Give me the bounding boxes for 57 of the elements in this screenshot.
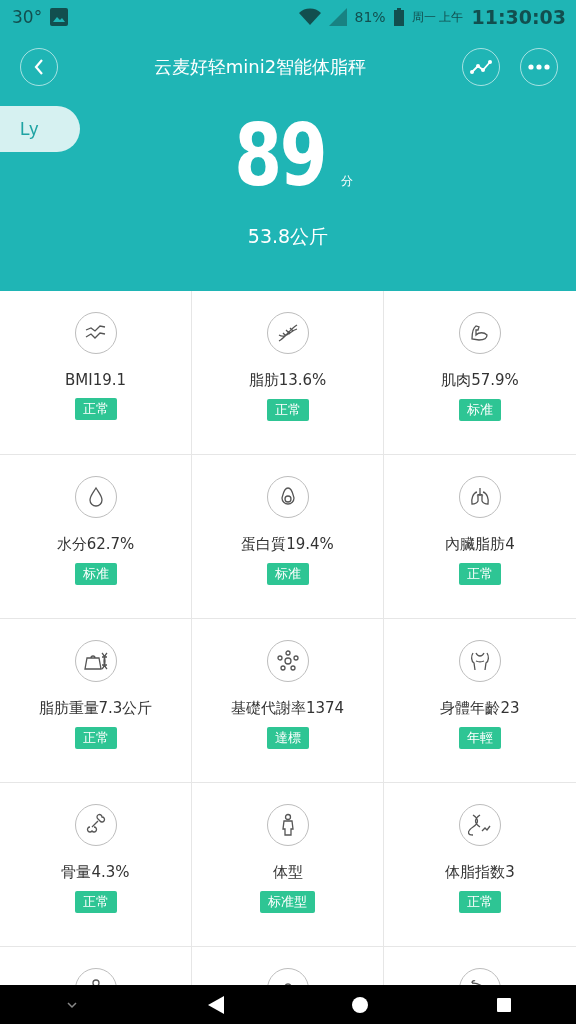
temperature: 30°	[12, 7, 43, 27]
metric-tile[interactable]: 体型 标准型	[192, 783, 384, 947]
metric-tile[interactable]: 蛋白質19.4% 标准	[192, 455, 384, 619]
metric-value: 基礎代謝率1374	[230, 699, 345, 718]
metric-value: BMI19.1	[64, 371, 127, 389]
status-tag: 正常	[459, 891, 501, 913]
wifi-icon	[298, 8, 321, 26]
status-tag: 達標	[266, 727, 309, 749]
status-tag: 正常	[74, 891, 117, 913]
battery-level: 81%	[354, 9, 386, 25]
metric-tile[interactable]: 肌肉57.9% 标准	[384, 291, 576, 455]
battery-icon	[393, 8, 404, 26]
metric-tile[interactable]: 骨量4.3% 正常	[0, 783, 192, 947]
recents-nav-icon[interactable]	[497, 997, 511, 1012]
metric-value: 身體年齡23	[440, 699, 520, 718]
image-icon	[50, 8, 69, 26]
metric-value: 脂肪13.6%	[248, 371, 327, 390]
signal-icon	[328, 8, 347, 26]
metric-value: 体型	[272, 863, 303, 882]
metric-tile[interactable]: 水分62.7% 标准	[0, 455, 192, 619]
metric-tile[interactable]: 身體年齡23 年輕	[384, 619, 576, 783]
clock: 11:30:03	[471, 6, 566, 28]
metric-tile[interactable]: 內臟脂肪4 正常	[384, 455, 576, 619]
status-tag: 标准	[74, 563, 117, 585]
metric-tile[interactable]: 脂肪13.6% 正常	[192, 291, 384, 455]
metric-value: 蛋白質19.4%	[241, 535, 334, 554]
status-tag: 正常	[459, 563, 501, 585]
molecule-icon	[275, 649, 300, 673]
status-tag: 正常	[266, 399, 309, 421]
weekday: 周一 上午	[411, 8, 464, 26]
score: 89	[234, 112, 326, 198]
metric-value: 脂肪重量7.3公斤	[38, 699, 153, 718]
chevron-down-icon[interactable]	[66, 1000, 78, 1009]
status-tag: 标准	[459, 399, 501, 421]
home-nav-icon[interactable]	[352, 996, 368, 1013]
chevron-left-icon	[32, 58, 46, 76]
metric-value: 骨量4.3%	[61, 863, 130, 882]
line-chart-icon	[470, 59, 492, 75]
more-dots-icon	[528, 64, 550, 70]
status-tag: 年輕	[459, 727, 501, 749]
score-unit: 分	[340, 173, 353, 190]
status-tag: 正常	[74, 398, 117, 420]
metric-tile[interactable]: 体脂指数3 正常	[384, 783, 576, 947]
metric-value: 內臟脂肪4	[445, 535, 515, 554]
page-title: 云麦好轻mini2智能体脂秤	[152, 55, 368, 79]
status-tag: 标准型	[260, 891, 315, 913]
back-nav-icon[interactable]	[208, 995, 224, 1014]
metric-value: 肌肉57.9%	[441, 371, 519, 390]
status-tag: 标准	[266, 563, 309, 585]
metric-tile[interactable]: BMI19.1 正常	[0, 291, 192, 455]
metric-tile[interactable]: 基礎代謝率1374 達標	[192, 619, 384, 783]
dna-chart-icon	[468, 813, 492, 837]
metric-value: 体脂指数3	[445, 863, 515, 882]
metric-value: 水分62.7%	[56, 535, 135, 554]
metric-tile[interactable]: 脂肪重量7.3公斤 正常	[0, 619, 192, 783]
weight-reading: 53.8公斤	[246, 224, 330, 249]
status-tag: 正常	[74, 727, 117, 749]
